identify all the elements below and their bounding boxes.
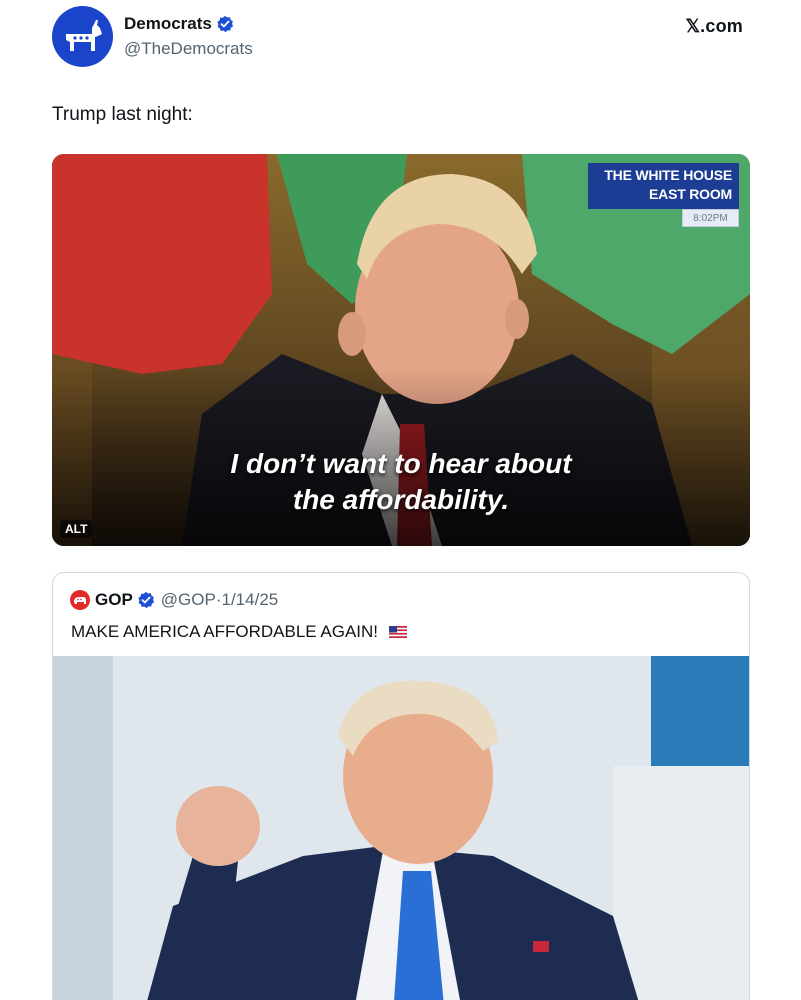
post-header: Democrats @TheDemocrats 𝕏.com <box>52 6 749 70</box>
post-video[interactable]: THE WHITE HOUSE EAST ROOM 8:02PM I don’t… <box>52 154 750 546</box>
donkey-logo-icon <box>66 20 102 51</box>
alt-text-button[interactable]: ALT <box>60 520 93 538</box>
post-text: Trump last night: <box>52 104 193 125</box>
video-caption: I don’t want to hear about the affordabi… <box>52 446 750 518</box>
location-badge: THE WHITE HOUSE EAST ROOM <box>588 163 739 209</box>
quoted-post-text-row: MAKE AMERICA AFFORDABLE AGAIN! <box>71 622 407 642</box>
location-line-2: EAST ROOM <box>649 186 732 202</box>
gop-elephant-icon[interactable] <box>70 590 90 610</box>
quoted-post-text: MAKE AMERICA AFFORDABLE AGAIN! <box>71 622 379 641</box>
us-flag-icon <box>388 626 407 638</box>
author-display-name[interactable]: Democrats <box>124 14 212 34</box>
quoted-post-header: GOP @GOP ·1/14/25 <box>70 589 278 611</box>
quoted-post-photo[interactable] <box>53 656 749 1000</box>
quoted-author-name[interactable]: GOP <box>95 590 133 610</box>
quoted-photo-image <box>53 656 749 1000</box>
caption-line-1: I don’t want to hear about <box>230 448 572 479</box>
verified-badge-icon <box>217 15 233 33</box>
caption-line-2: the affordability. <box>292 484 510 515</box>
quoted-post[interactable]: GOP @GOP ·1/14/25 MAKE AMERICA AFFORDABL… <box>52 572 750 1000</box>
author-handle[interactable]: @TheDemocrats <box>124 39 253 59</box>
author-block: Democrats @TheDemocrats <box>124 14 253 59</box>
quoted-post-date[interactable]: ·1/14/25 <box>216 590 278 610</box>
site-label: 𝕏.com <box>685 16 743 36</box>
verified-badge-icon <box>138 591 154 609</box>
quoted-author-handle[interactable]: @GOP <box>161 590 216 610</box>
broadcast-time: 8:02PM <box>682 209 739 227</box>
democrats-avatar[interactable] <box>52 6 113 67</box>
location-line-1: THE WHITE HOUSE <box>604 167 732 183</box>
